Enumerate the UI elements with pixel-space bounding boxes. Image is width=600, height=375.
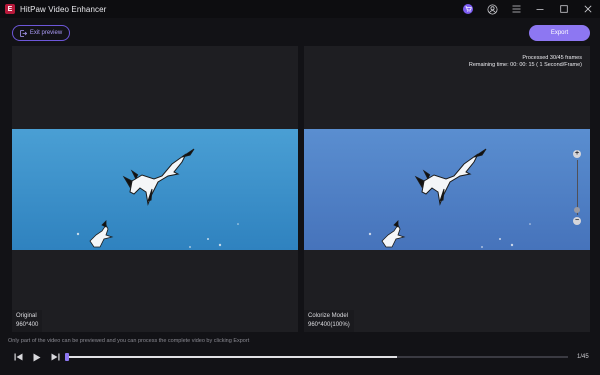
progress-fill <box>66 356 398 358</box>
maximize-button[interactable] <box>552 0 576 18</box>
maximize-icon <box>560 5 568 13</box>
preview-resolution: 960*400(100%) <box>308 322 350 328</box>
original-video-panel: Original 960*400 <box>12 46 298 332</box>
app-logo-letter: E <box>7 5 13 13</box>
minimize-icon <box>536 9 544 10</box>
play-icon <box>33 353 41 361</box>
original-name: Original <box>16 313 37 319</box>
next-frame-icon <box>51 353 59 361</box>
title-bar-controls <box>456 0 600 18</box>
frame-counter: 1/45 <box>577 354 589 360</box>
close-icon <box>584 5 592 13</box>
preview-model-name: Colorize Model <box>308 313 349 319</box>
account-button[interactable] <box>480 0 504 18</box>
next-frame-button[interactable] <box>49 351 61 363</box>
preview-video-panel: Processed 30/45 frames Remaining time: 0… <box>304 46 590 332</box>
menu-icon <box>512 5 520 13</box>
playback-controls: 1/45 <box>0 347 600 367</box>
zoom-out-icon: − <box>574 217 580 224</box>
progress-handle[interactable] <box>65 353 69 361</box>
minimize-button[interactable] <box>528 0 552 18</box>
export-label: Export <box>550 30 569 36</box>
processing-status: Processed 30/45 frames Remaining time: 0… <box>469 55 582 68</box>
previous-frame-button[interactable] <box>12 351 24 363</box>
exit-icon <box>20 29 27 37</box>
account-icon <box>487 4 497 14</box>
preview-notice: Only part of the video can be previewed … <box>8 338 250 344</box>
preview-video-frame <box>304 129 590 250</box>
export-button[interactable]: Export <box>529 25 590 41</box>
app-logo-icon: E <box>5 4 15 14</box>
zoom-control: + − <box>573 150 581 225</box>
exit-preview-label: Exit preview <box>29 30 63 36</box>
zoom-out-button[interactable]: − <box>573 217 581 225</box>
preview-info-label: Colorize Model 960*400(100%) <box>304 310 354 332</box>
zoom-in-icon: + <box>574 150 580 157</box>
original-info-label: Original 960*400 <box>12 310 43 332</box>
remaining-time-text: Remaining time: 00: 00: 15 ( 1 Second/Fr… <box>468 61 582 68</box>
app-title: HitPaw Video Enhancer <box>20 4 107 14</box>
zoom-in-button[interactable]: + <box>573 150 581 158</box>
exit-preview-button[interactable]: Exit preview <box>12 25 70 41</box>
zoom-slider-handle[interactable] <box>574 207 580 213</box>
close-button[interactable] <box>576 0 600 18</box>
menu-button[interactable] <box>504 0 528 18</box>
cart-icon <box>463 4 473 14</box>
progress-track[interactable] <box>65 353 568 361</box>
previous-frame-icon <box>14 353 22 361</box>
original-resolution: 960*400 <box>16 322 39 328</box>
title-bar: E HitPaw Video Enhancer <box>0 0 600 18</box>
play-button[interactable] <box>31 351 43 363</box>
original-video-frame <box>12 129 298 250</box>
cart-button[interactable] <box>456 0 480 18</box>
